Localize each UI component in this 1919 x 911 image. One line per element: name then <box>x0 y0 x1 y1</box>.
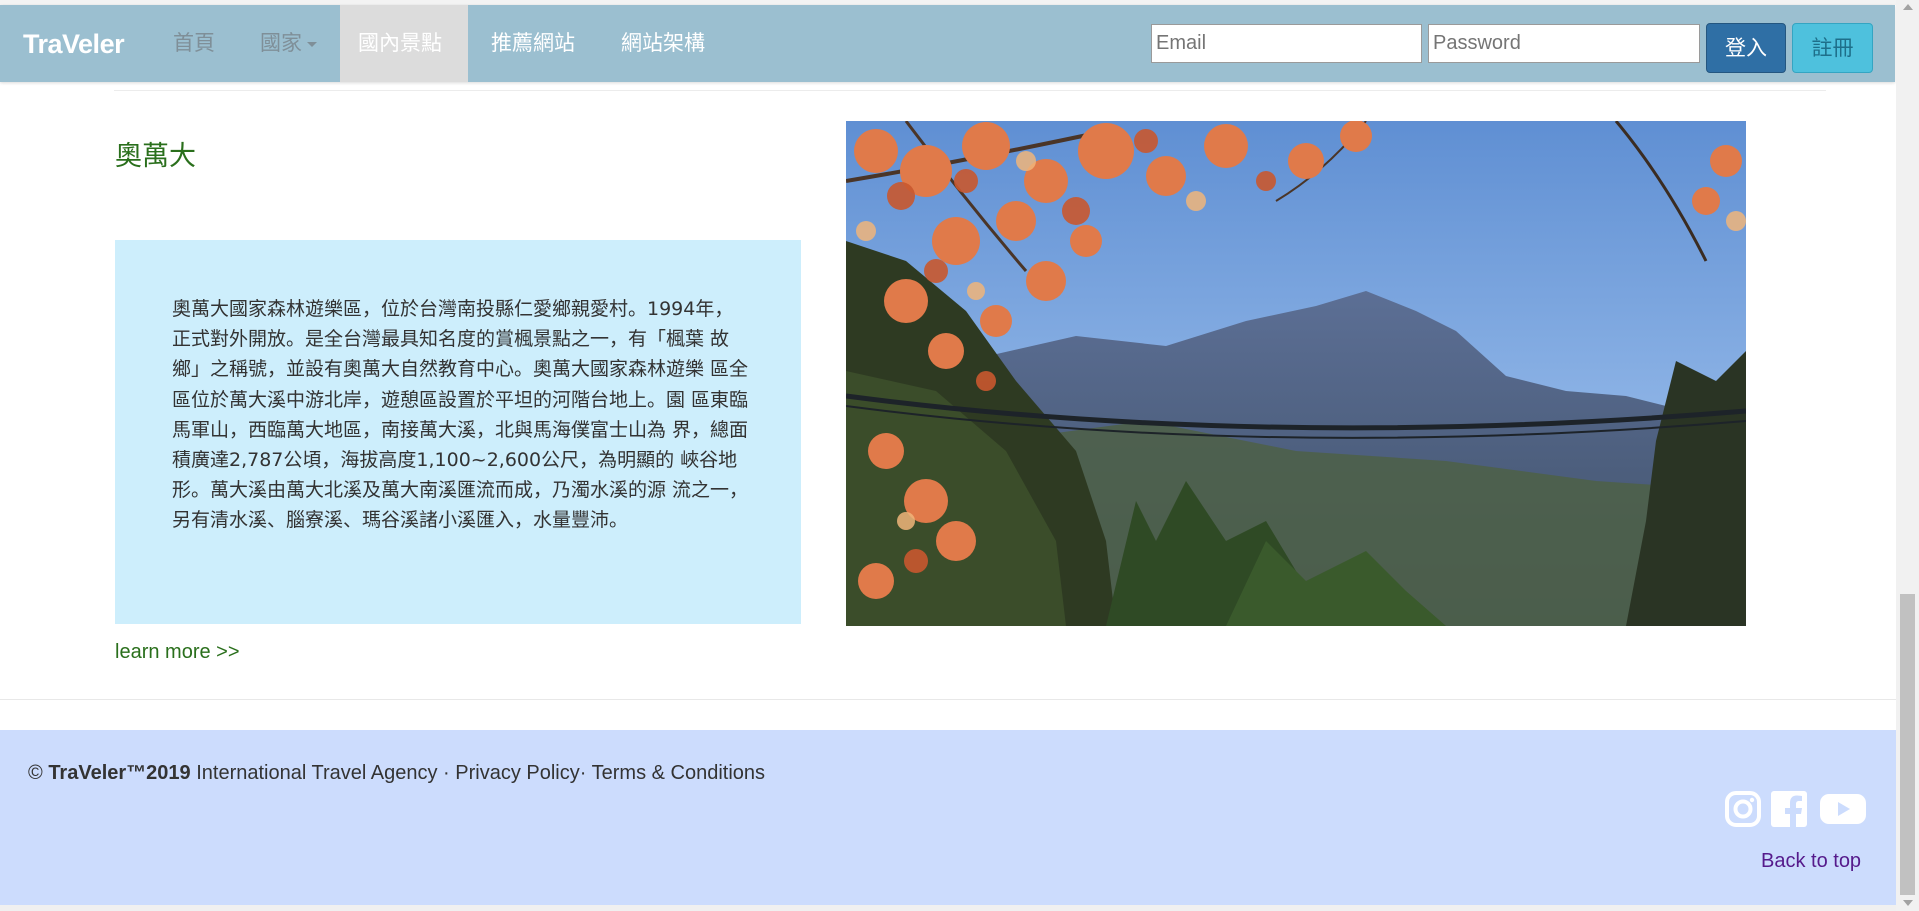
divider <box>114 90 1826 91</box>
email-input[interactable] <box>1151 24 1422 63</box>
scroll-up-icon[interactable] <box>1903 4 1913 10</box>
attraction-title: 奧萬大 <box>115 141 196 172</box>
attraction-photo <box>846 121 1746 626</box>
register-button[interactable]: 註冊 <box>1792 23 1873 73</box>
footer-separator: · <box>443 762 450 784</box>
scrollbar-thumb[interactable] <box>1900 594 1915 895</box>
footer-copyright: © TraVeler™2019 International Travel Age… <box>28 762 765 785</box>
nav-countries-dropdown[interactable]: 國家 <box>242 5 335 82</box>
footer: © TraVeler™2019 International Travel Age… <box>0 730 1896 911</box>
divider <box>0 699 1896 700</box>
learn-more-link[interactable]: learn more >> <box>115 641 240 664</box>
password-input[interactable] <box>1428 24 1700 63</box>
attraction-description: 奧萬大國家森林遊樂區，位於台灣南投縣仁愛鄉親愛村。1994年， 正式對外開放。是… <box>172 298 749 532</box>
back-to-top-link[interactable]: Back to top <box>1761 850 1861 873</box>
scroll-down-icon[interactable] <box>1903 900 1913 906</box>
nav-home[interactable]: 首頁 <box>155 5 233 82</box>
terms-link[interactable]: Terms & Conditions <box>592 762 765 784</box>
footer-separator: · <box>579 762 587 784</box>
description-box: 奧萬大國家森林遊樂區，位於台灣南投縣仁愛鄉親愛村。1994年， 正式對外開放。是… <box>115 240 801 624</box>
footer-agency: International Travel Agency <box>196 762 438 784</box>
nav-domestic-attractions[interactable]: 國內景點 <box>340 5 468 82</box>
copyright-symbol: © <box>28 762 43 784</box>
navbar: TraVeler 首頁 國家 國內景點 推薦網站 網站架構 登入 註冊 <box>0 5 1895 82</box>
privacy-policy-link[interactable]: Privacy Policy <box>455 762 579 784</box>
nav-countries-label: 國家 <box>260 31 302 55</box>
brand-logo[interactable]: TraVeler <box>23 29 125 60</box>
login-button[interactable]: 登入 <box>1706 23 1786 73</box>
nav-recommended-sites[interactable]: 推薦網站 <box>473 5 593 82</box>
footer-brand: TraVeler™2019 <box>48 762 191 784</box>
nav-site-map[interactable]: 網站架構 <box>603 5 723 82</box>
browser-bottom-strip <box>0 905 1896 911</box>
youtube-icon[interactable] <box>1819 790 1867 828</box>
instagram-icon[interactable] <box>1724 790 1762 828</box>
caret-down-icon <box>307 41 317 47</box>
facebook-icon[interactable] <box>1770 790 1808 828</box>
